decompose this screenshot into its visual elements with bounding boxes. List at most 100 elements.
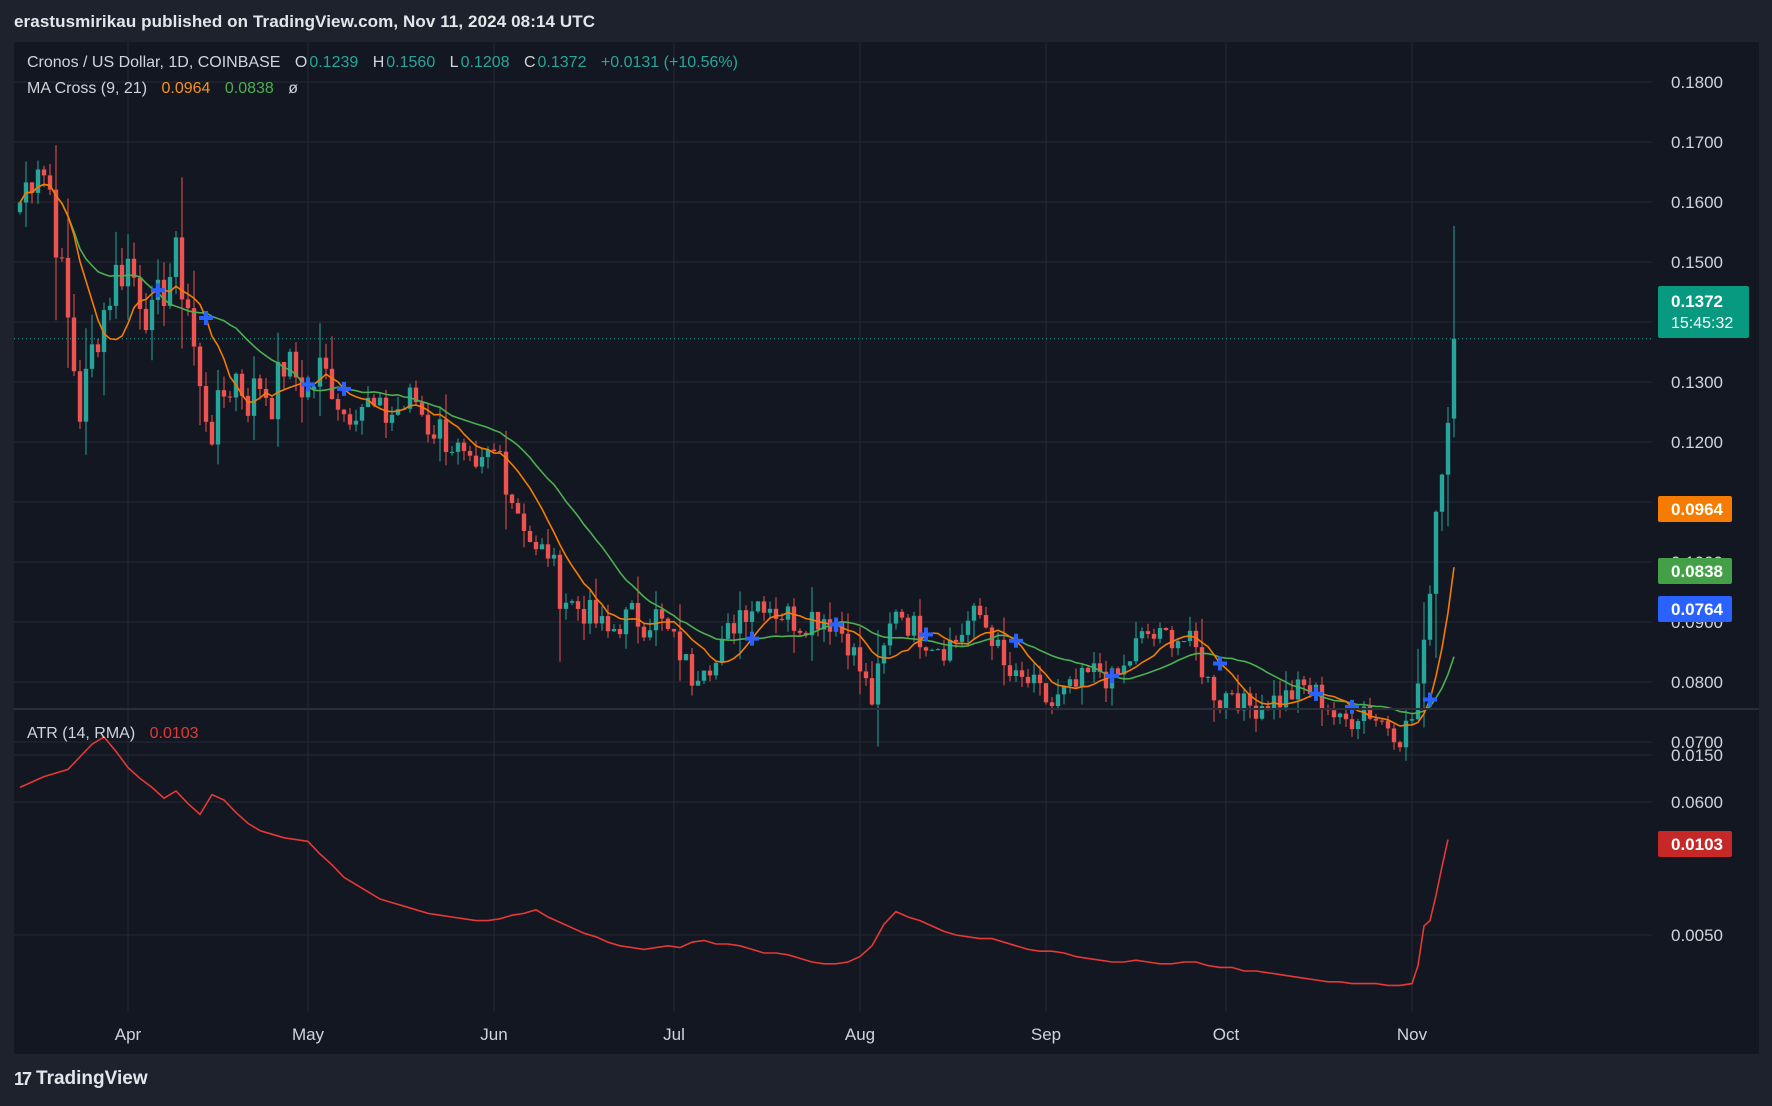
atr-tick-label: 0.0150 xyxy=(1671,746,1723,765)
candle-body xyxy=(677,631,683,661)
close-label: C xyxy=(523,54,536,71)
candle-body xyxy=(731,623,737,634)
candle-body xyxy=(1445,422,1451,475)
candle-body xyxy=(473,455,479,467)
candle-body xyxy=(629,603,635,610)
candle-body xyxy=(161,279,167,306)
candle-body xyxy=(671,628,677,632)
candle-body xyxy=(971,605,977,621)
candle-body xyxy=(977,605,983,616)
candle-body xyxy=(275,362,281,420)
candle-body xyxy=(191,308,197,347)
candle-body xyxy=(641,626,647,638)
price-tick-label: 0.1700 xyxy=(1671,133,1723,152)
candle-body xyxy=(911,615,917,636)
candle-body xyxy=(893,611,899,624)
chart-canvas[interactable]: 0.06000.07000.08000.09000.10000.11000.12… xyxy=(0,0,1772,1106)
candle-body xyxy=(797,630,803,633)
candle-body xyxy=(17,202,23,213)
candle-body xyxy=(689,654,695,686)
candle-body xyxy=(1427,593,1433,640)
ma-fast-badge-label: 0.0964 xyxy=(1671,500,1724,519)
candle-body xyxy=(95,344,101,353)
candle-body xyxy=(125,258,131,287)
candle-body xyxy=(359,406,365,421)
atr-value: 0.0103 xyxy=(149,725,199,742)
last-price-label: 0.1372 xyxy=(1671,292,1723,311)
candle-body xyxy=(611,628,617,632)
candle-body xyxy=(857,647,863,672)
candle-body xyxy=(227,396,233,398)
candle-body xyxy=(905,617,911,636)
candle-body xyxy=(443,419,449,453)
candle-body xyxy=(1289,690,1295,700)
candle-body xyxy=(1139,631,1145,639)
candle-body xyxy=(83,368,89,422)
candle-body xyxy=(1175,641,1181,649)
candle-body xyxy=(1013,670,1019,677)
candle-body xyxy=(467,451,473,456)
candle-body xyxy=(335,399,341,410)
candle-body xyxy=(1205,676,1211,678)
candle-body xyxy=(1133,638,1139,662)
candle-body xyxy=(1277,695,1283,708)
candle-body xyxy=(425,414,431,435)
atr-legend[interactable]: ATR (14, RMA) 0.0103 xyxy=(27,725,201,743)
candle-body xyxy=(323,357,329,369)
candle-body xyxy=(431,434,437,439)
candle-body xyxy=(1433,511,1439,594)
low-label: L xyxy=(449,54,459,71)
candle-body xyxy=(1301,679,1307,686)
candle-body xyxy=(1385,720,1391,729)
candle-body xyxy=(1295,679,1301,700)
open-label: O xyxy=(294,54,308,71)
candle-body xyxy=(719,638,725,663)
candle-body xyxy=(965,620,971,635)
candle-body xyxy=(623,609,629,635)
candle-body xyxy=(863,671,869,679)
candle-body xyxy=(185,299,191,309)
time-tick-label: May xyxy=(292,1025,325,1044)
candle-body xyxy=(257,378,263,389)
ma-title: MA Cross (9, 21) xyxy=(27,80,148,97)
open-value: 0.1239 xyxy=(309,54,359,71)
candle-body xyxy=(1373,718,1379,721)
candle-body xyxy=(851,647,857,656)
candle-body xyxy=(743,610,749,622)
candle-body xyxy=(1037,674,1043,684)
candle-body xyxy=(1055,694,1061,707)
candle-body xyxy=(791,606,797,631)
tradingview-branding[interactable]: 17 TradingView xyxy=(14,1068,148,1090)
candle-body xyxy=(1391,728,1397,743)
ma-legend[interactable]: MA Cross (9, 21) 0.0964 0.0838 ø xyxy=(27,80,300,98)
candle-body xyxy=(527,530,533,542)
candle-body xyxy=(761,601,767,613)
candle-body xyxy=(221,390,227,397)
candle-body xyxy=(899,611,905,618)
candle-body xyxy=(455,442,461,452)
candle-body xyxy=(1049,702,1055,707)
candle-body xyxy=(461,442,467,452)
candle-body xyxy=(491,449,497,452)
candle-body xyxy=(695,680,701,686)
time-tick-label: Oct xyxy=(1213,1025,1240,1044)
candle-body xyxy=(563,602,569,609)
candle-body xyxy=(665,618,671,629)
candle-body xyxy=(1217,700,1223,709)
candle-body xyxy=(605,616,611,632)
atr-title: ATR (14, RMA) xyxy=(27,725,136,742)
candle-body xyxy=(251,378,257,416)
symbol-legend[interactable]: Cronos / US Dollar, 1D, COINBASE O 0.1239… xyxy=(27,54,740,72)
ma-fast-value: 0.0964 xyxy=(161,80,211,97)
candle-body xyxy=(1235,693,1241,711)
candle-body xyxy=(587,599,593,624)
candle-body xyxy=(1151,633,1157,639)
candle-body xyxy=(1241,693,1247,711)
candle-body xyxy=(1439,474,1445,512)
candle-body xyxy=(1397,742,1403,748)
candle-body xyxy=(599,616,605,624)
candle-body xyxy=(353,420,359,425)
atr-tick-label: 0.0050 xyxy=(1671,926,1723,945)
candle-body xyxy=(245,395,251,416)
candle-body xyxy=(1349,719,1355,730)
